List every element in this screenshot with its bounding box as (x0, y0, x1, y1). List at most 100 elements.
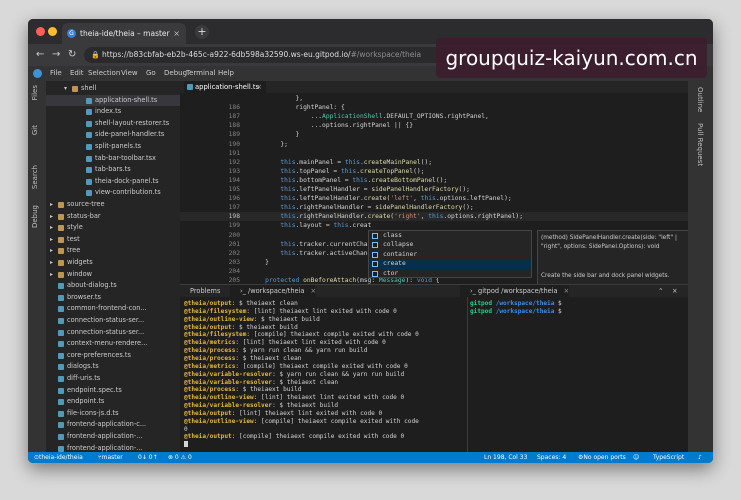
suggestion-item[interactable]: create (369, 259, 531, 269)
editor-tab[interactable]: application-shell.ts × (184, 81, 266, 93)
browser-tab[interactable]: G theia-ide/theia – master × (62, 23, 186, 44)
panel-tab-bar: Problems ›_ /workspace/theia × ›_ gitpod /w… (180, 285, 688, 297)
menu-help[interactable]: Help (218, 66, 234, 81)
terminal-text: : $ yarn run clean && yarn run build (235, 347, 368, 355)
tree-file[interactable]: diff-uris.ts (46, 373, 180, 385)
terminal-text: : [compile] theiaext compile exited with… (231, 433, 405, 441)
activity-files[interactable]: Files (31, 85, 39, 100)
tree-file[interactable]: connection-status-ser... (46, 327, 180, 339)
status-language[interactable]: TypeScript (653, 452, 684, 463)
file-icon (86, 144, 92, 150)
panel-tab-2[interactable]: ›_ gitpod /workspace/theia × (460, 285, 570, 297)
status-spaces[interactable]: Spaces: 4 (537, 452, 566, 463)
status-branch[interactable]: ⑂ master (98, 452, 123, 463)
menu-edit[interactable]: Edit (70, 66, 84, 81)
suggestion-item[interactable]: container (369, 250, 531, 259)
status-ports[interactable]: ⚙ No open ports (578, 452, 626, 463)
tree-folder[interactable]: ▸ test (46, 234, 180, 246)
tree-file[interactable]: shell-layout-restorer.ts (46, 118, 180, 130)
menu-selection[interactable]: Selection (88, 66, 120, 81)
suggestion-item[interactable]: class (369, 231, 531, 240)
tree-file[interactable]: dialogs.ts (46, 361, 180, 373)
tree-folder[interactable]: ▸ source-tree (46, 199, 180, 211)
terminal-line: @theia/variable-resolver: $ theiaext bui… (184, 402, 444, 410)
bell-icon[interactable]: ♪ (698, 452, 702, 463)
tree-file[interactable]: tab-bar-toolbar.tsx (46, 153, 180, 165)
tree-file[interactable]: connection-status-ser... (46, 315, 180, 327)
tree-file[interactable]: endpoint.ts (46, 396, 180, 408)
status-repo[interactable]: ⊙ theia-ide/theia (34, 452, 83, 463)
close-panel-tab-icon[interactable]: × (564, 287, 570, 295)
close-editor-tab-icon[interactable]: × (256, 81, 262, 93)
tree-file[interactable]: endpoint.spec.ts (46, 385, 180, 397)
editor-tab-label: application-shell.ts (195, 83, 260, 91)
line-number: 204 (228, 267, 240, 275)
tree-file[interactable]: frontend-application-... (46, 443, 180, 452)
tree-label: browser.ts (67, 292, 101, 301)
terminal-text: @theia/output (184, 409, 232, 417)
activity-pull-request[interactable]: Pull Request (696, 123, 704, 166)
activity-search[interactable]: Search (31, 165, 39, 189)
tree-file[interactable]: context-menu-rendere... (46, 338, 180, 350)
menu-debug[interactable]: Debug (164, 66, 187, 81)
minimize-window-dot[interactable] (48, 27, 57, 36)
reload-icon[interactable]: ↻ (68, 47, 76, 63)
tree-file[interactable]: frontend-application-c... (46, 419, 180, 431)
tree-file[interactable]: split-panels.ts (46, 141, 180, 153)
close-panel-icon[interactable]: × (672, 285, 678, 297)
tree-folder[interactable]: ▾ shell (46, 83, 180, 95)
tree-folder[interactable]: ▸ widgets (46, 257, 180, 269)
tree-label: file-icons-js.d.ts (67, 408, 119, 417)
tree-file[interactable]: core-preferences.ts (46, 350, 180, 362)
suggestion-item[interactable]: collapse (369, 240, 531, 249)
terminal-line: @theia/process: $ theiaext clean (184, 355, 444, 363)
code-editor[interactable]: application-shell.ts × }, 186 rightPanel:… (180, 81, 688, 284)
tree-file[interactable]: index.ts (46, 106, 180, 118)
close-tab-icon[interactable]: × (173, 23, 180, 44)
activity-outline[interactable]: Outline (696, 87, 704, 112)
menu-view[interactable]: View (121, 66, 138, 81)
menu-terminal[interactable]: Terminal (186, 66, 216, 81)
close-panel-tab-icon[interactable]: × (310, 287, 316, 295)
tree-file[interactable]: theia-dock-panel.ts (46, 176, 180, 188)
activity-debug[interactable]: Debug (31, 205, 39, 228)
close-window-dot[interactable] (36, 27, 45, 36)
tree-file[interactable]: about-dialog.ts (46, 280, 180, 292)
tree-label: connection-status-ser... (67, 327, 145, 336)
tree-file[interactable]: browser.ts (46, 292, 180, 304)
tree-file[interactable]: file-icons-js.d.ts (46, 408, 180, 420)
tree-file[interactable]: tab-bars.ts (46, 164, 180, 176)
tree-folder[interactable]: ▸ style (46, 222, 180, 234)
tree-file[interactable]: view-contribution.ts (46, 187, 180, 199)
tree-folder[interactable]: ▸ tree (46, 245, 180, 257)
menu-file[interactable]: File (50, 66, 62, 81)
forward-arrow-icon[interactable]: → (52, 47, 60, 63)
terminal-text: : [compile] theiaext compile exited with… (246, 331, 419, 339)
status-sync[interactable]: 0↓ 0↑ (138, 452, 158, 463)
terminal-split-divider[interactable] (467, 297, 468, 453)
panel-tab-0[interactable]: Problems (180, 285, 220, 297)
tree-folder[interactable]: ▸ status-bar (46, 211, 180, 223)
suggestion-item[interactable]: ctor (369, 269, 531, 278)
status-position[interactable]: Ln 198, Col 33 (484, 452, 527, 463)
panel-tab-1[interactable]: ›_ /workspace/theia × (230, 285, 316, 297)
file-icon (58, 399, 64, 406)
tree-file[interactable]: common-frontend-con... (46, 303, 180, 315)
detail-signature: (method) SidePanelHandler.create(side: "… (541, 235, 677, 250)
status-problems[interactable]: ⊗ 0 ⚠ 0 (168, 452, 192, 463)
activity-git[interactable]: Git (31, 125, 39, 135)
maximize-panel-icon[interactable]: ⌃ (658, 285, 664, 297)
tree-file[interactable]: side-panel-handler.ts (46, 129, 180, 141)
notifications-icon[interactable]: ☺ (633, 452, 639, 463)
file-icon (58, 387, 64, 394)
tree-file[interactable]: frontend-application-... (46, 431, 180, 443)
back-arrow-icon[interactable]: ← (36, 47, 44, 63)
tree-file[interactable]: application-shell.ts (46, 94, 180, 107)
new-tab-button[interactable]: + (195, 25, 209, 39)
menu-go[interactable]: Go (146, 66, 156, 81)
terminal-text: @theia/filesystem (184, 331, 247, 339)
editor-tab-bar: application-shell.ts × (180, 81, 688, 93)
tree-folder[interactable]: ▸ window (46, 269, 180, 281)
browser-tab-title: theia-ide/theia – master (80, 29, 170, 38)
line-number: 192 (228, 158, 240, 166)
